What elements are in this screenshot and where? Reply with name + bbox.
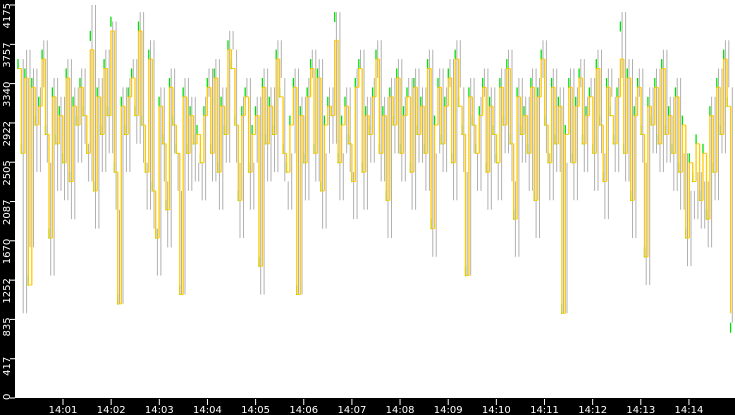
x-tick-label: 14:02 bbox=[97, 405, 126, 415]
x-tick-label: 14:14 bbox=[675, 405, 704, 415]
x-tick-label: 14:13 bbox=[626, 405, 655, 415]
y-tick-label: 0 bbox=[2, 394, 13, 400]
y-tick-label: 2922 bbox=[2, 121, 13, 146]
x-tick-label: 14:10 bbox=[482, 405, 511, 415]
y-tick-label: 4175 bbox=[2, 3, 13, 28]
y-tick-label: 1670 bbox=[2, 239, 13, 264]
x-tick-label: 14:05 bbox=[241, 405, 270, 415]
y-axis: 0 417 835 1252 1670 2087 2505 2922 3340 3757 4175 bbox=[2, 3, 15, 400]
x-tick-label: 14:09 bbox=[434, 405, 463, 415]
y-tick-label: 2087 bbox=[2, 200, 13, 225]
y-tick-label: 3340 bbox=[2, 82, 13, 107]
y-tick-label: 835 bbox=[2, 317, 13, 336]
x-tick-label: 14:04 bbox=[193, 405, 222, 415]
x-tick-label: 14:12 bbox=[578, 405, 607, 415]
x-tick-label: 14:11 bbox=[530, 405, 559, 415]
x-tick-label: 14:06 bbox=[289, 405, 318, 415]
x-axis: 14:01 14:02 14:03 14:04 14:05 14:06 14:07 14:08… bbox=[49, 399, 704, 415]
y-tick-label: 2505 bbox=[2, 160, 13, 185]
x-tick-label: 14:07 bbox=[337, 405, 366, 415]
time-series-chart: 041783512521670208725052922334037574175 … bbox=[2, 0, 735, 415]
y-tick-label: 417 bbox=[2, 357, 13, 376]
x-tick-label: 14:03 bbox=[145, 405, 174, 415]
x-tick-label: 14:01 bbox=[49, 405, 78, 415]
x-tick-label: 14:08 bbox=[386, 405, 415, 415]
y-tick-label: 1252 bbox=[2, 278, 13, 303]
y-tick-label: 3757 bbox=[2, 42, 13, 67]
